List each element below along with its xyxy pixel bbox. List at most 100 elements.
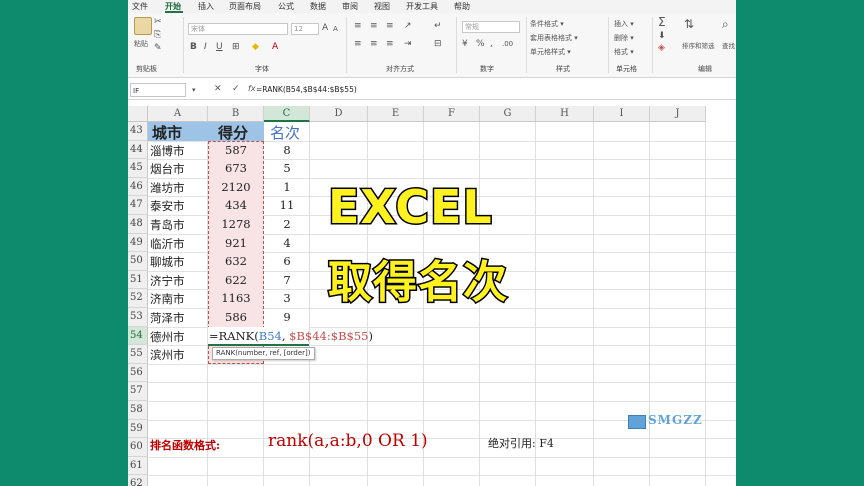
name-box[interactable]: IF xyxy=(130,83,186,97)
row-header-47[interactable]: 47 xyxy=(128,196,148,215)
row-header-50[interactable]: 50 xyxy=(128,252,148,271)
column-header-h[interactable]: H xyxy=(536,106,594,122)
score-cell[interactable]: 2120 xyxy=(208,180,264,194)
city-cell[interactable]: 淄博市 xyxy=(150,143,185,159)
menu-view[interactable]: 视图 xyxy=(374,1,390,12)
row-header-49[interactable]: 49 xyxy=(128,233,148,253)
row-header-43[interactable]: 43 xyxy=(128,122,148,141)
cancel-icon[interactable]: ✕ xyxy=(214,84,222,94)
column-header-d[interactable]: D xyxy=(310,106,368,122)
format-as-table-button[interactable]: 套用表格格式 ▾ xyxy=(530,33,578,43)
menu-data[interactable]: 数据 xyxy=(310,1,326,12)
row-header-58[interactable]: 58 xyxy=(128,401,148,420)
row-header-59[interactable]: 59 xyxy=(128,419,148,439)
row-header-52[interactable]: 52 xyxy=(128,289,148,308)
rank-cell[interactable]: 3 xyxy=(264,291,310,305)
menu-formulas[interactable]: 公式 xyxy=(278,1,294,12)
row-header-55[interactable]: 55 xyxy=(128,345,148,364)
border-icon[interactable]: ⊞ xyxy=(232,42,240,53)
rank-cell[interactable]: 7 xyxy=(264,273,310,287)
row-header-53[interactable]: 53 xyxy=(128,308,148,327)
insert-function-icon[interactable]: fx xyxy=(248,84,256,93)
align-center-icon[interactable]: ≡ xyxy=(370,39,378,50)
score-cell[interactable]: 921 xyxy=(208,236,264,250)
currency-icon[interactable]: ¥ xyxy=(462,39,468,50)
rank-cell[interactable]: 6 xyxy=(264,254,310,268)
score-cell[interactable]: 632 xyxy=(208,254,264,268)
rank-cell[interactable]: 2 xyxy=(264,217,310,231)
fill-icon[interactable]: ⬇ xyxy=(658,31,666,42)
row-header-44[interactable]: 44 xyxy=(128,140,148,160)
menu-developer[interactable]: 开发工具 xyxy=(406,1,438,12)
rank-cell[interactable]: 8 xyxy=(264,143,310,157)
align-middle-icon[interactable]: ≡ xyxy=(370,21,378,32)
row-header-54[interactable]: 54 xyxy=(128,326,148,346)
format-cells-button[interactable]: 格式 ▾ xyxy=(614,47,634,57)
score-cell[interactable]: 1163 xyxy=(208,291,264,305)
city-cell[interactable]: 泰安市 xyxy=(150,198,185,214)
select-all-corner[interactable] xyxy=(128,106,148,122)
enter-icon[interactable]: ✓ xyxy=(232,84,240,94)
rank-cell[interactable]: 1 xyxy=(264,180,310,194)
city-cell[interactable]: 滨州市 xyxy=(150,347,185,363)
align-bottom-icon[interactable]: ≡ xyxy=(386,21,394,32)
row-header-48[interactable]: 48 xyxy=(128,215,148,234)
cut-icon[interactable]: ✂ xyxy=(154,17,162,28)
row-header-45[interactable]: 45 xyxy=(128,159,148,178)
align-right-icon[interactable]: ≡ xyxy=(386,39,394,50)
score-cell[interactable]: 434 xyxy=(208,198,264,212)
column-header-j[interactable]: J xyxy=(650,106,706,122)
decimal-icon[interactable]: .00 xyxy=(502,39,513,50)
comma-icon[interactable]: , xyxy=(490,39,493,50)
menu-page-layout[interactable]: 页面布局 xyxy=(229,1,261,12)
score-cell[interactable]: 1278 xyxy=(208,217,264,231)
format-painter-icon[interactable]: ✎ xyxy=(154,43,162,54)
editing-formula[interactable]: =RANK(B54, $B$44:$B$55) xyxy=(209,329,373,343)
city-cell[interactable]: 菏泽市 xyxy=(150,310,185,326)
namebox-dropdown-icon[interactable]: ▾ xyxy=(192,86,196,94)
font-name-select[interactable]: 宋体 xyxy=(188,23,288,35)
column-header-e[interactable]: E xyxy=(368,106,424,122)
sort-filter-icon[interactable]: ⇅ xyxy=(684,18,694,30)
city-cell[interactable]: 烟台市 xyxy=(150,161,185,177)
city-cell[interactable]: 济宁市 xyxy=(150,273,185,289)
italic-icon[interactable]: I xyxy=(204,42,207,53)
column-header-c[interactable]: C xyxy=(264,106,310,122)
column-header-i[interactable]: I xyxy=(594,106,650,122)
find-label[interactable]: 查找 xyxy=(722,40,735,50)
font-grow-icon[interactable]: A xyxy=(322,23,328,34)
merge-center-icon[interactable]: ⊟ xyxy=(434,39,442,50)
align-left-icon[interactable]: ≡ xyxy=(354,39,362,50)
percent-icon[interactable]: % xyxy=(476,39,485,50)
city-cell[interactable]: 潍坊市 xyxy=(150,180,185,196)
formula-input[interactable]: =RANK(B54,$B$44:$B$55) xyxy=(256,85,357,94)
number-format-select[interactable]: 常规 xyxy=(462,21,520,33)
city-cell[interactable]: 青岛市 xyxy=(150,217,185,233)
row-header-60[interactable]: 60 xyxy=(128,438,148,457)
underline-icon[interactable]: U xyxy=(216,42,223,53)
row-header-51[interactable]: 51 xyxy=(128,270,148,290)
find-icon[interactable]: ⌕ xyxy=(722,18,729,30)
score-cell[interactable]: 673 xyxy=(208,161,264,175)
font-shrink-icon[interactable]: A xyxy=(333,24,338,35)
column-header-g[interactable]: G xyxy=(480,106,536,122)
paste-icon[interactable] xyxy=(134,17,152,35)
column-header-b[interactable]: B xyxy=(208,106,264,122)
city-cell[interactable]: 德州市 xyxy=(150,329,185,345)
orientation-icon[interactable]: ↗ xyxy=(404,21,412,32)
row-header-46[interactable]: 46 xyxy=(128,177,148,197)
wrap-text-icon[interactable]: ↵ xyxy=(434,21,442,32)
column-header-f[interactable]: F xyxy=(424,106,480,122)
row-header-57[interactable]: 57 xyxy=(128,382,148,401)
autosum-icon[interactable]: Σ xyxy=(658,16,666,28)
column-header-a[interactable]: A xyxy=(148,106,208,122)
paste-label[interactable]: 粘贴 xyxy=(134,39,148,49)
fill-color-icon[interactable]: ◆ xyxy=(252,42,259,53)
rank-cell[interactable]: 4 xyxy=(264,236,310,250)
sort-filter-label[interactable]: 排序和筛选 xyxy=(682,40,715,50)
score-cell[interactable]: 622 xyxy=(208,273,264,287)
clear-icon[interactable]: ◈ xyxy=(658,43,665,54)
menu-help[interactable]: 帮助 xyxy=(454,1,470,12)
rank-cell[interactable]: 11 xyxy=(264,198,310,212)
rank-cell[interactable]: 9 xyxy=(264,310,310,324)
